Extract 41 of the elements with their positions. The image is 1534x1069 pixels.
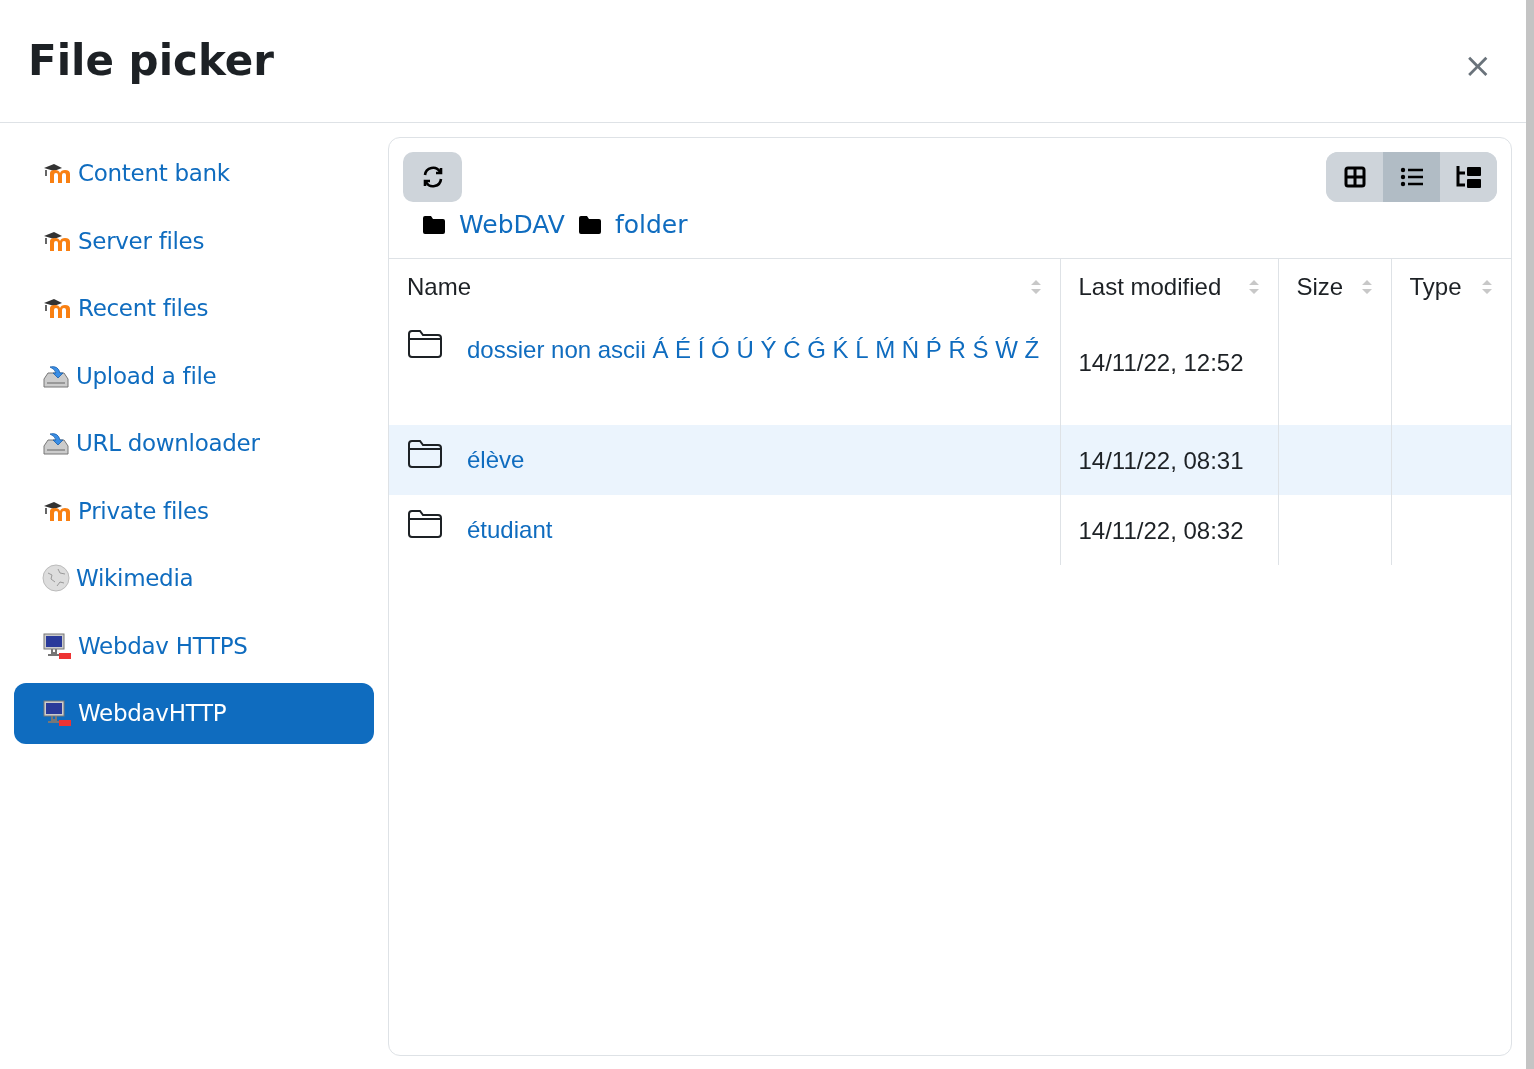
table-cell: 14/11/22, 12:52 (1060, 314, 1278, 425)
sidebar-item[interactable]: Upload a file (14, 345, 374, 406)
view-toggle-button[interactable] (1383, 152, 1440, 202)
dialog-title: File picker (28, 35, 274, 87)
monitor-icon (42, 699, 72, 728)
folder-outline-icon (407, 508, 443, 539)
close-button[interactable]: × (1457, 48, 1498, 82)
scrollbar-thumb[interactable] (1526, 0, 1534, 1069)
tree-icon[interactable] (1454, 165, 1483, 189)
file-name-link[interactable]: étudiant (407, 504, 1042, 549)
folder-icon (578, 215, 601, 234)
mortarboard-logo-icon (42, 499, 72, 522)
sidebar-item[interactable]: Wikimedia (14, 548, 374, 609)
folder-outline-icon (407, 328, 443, 359)
monitor-icon (42, 631, 72, 660)
sidebar-item[interactable]: Server files (14, 210, 374, 271)
table-cell: 14/11/22, 08:32 (1060, 494, 1278, 565)
column-header[interactable]: Type (1409, 268, 1462, 305)
tray-arrow-icon (42, 430, 70, 457)
grid-icon[interactable] (1343, 166, 1366, 188)
breadcrumb-link[interactable]: WebDAV (459, 206, 565, 244)
refresh-button[interactable] (403, 152, 462, 202)
table-cell: 14/11/22, 08:31 (1060, 424, 1278, 495)
file-name-link[interactable]: dossier non ascii Á É Í Ó Ú Ý Ć Ǵ Ḱ Ĺ Ḿ Ń Ṕ Ŕ Ś Ẃ Ź (407, 324, 1042, 369)
sidebar-item[interactable]: URL downloader (14, 413, 374, 474)
column-header[interactable]: Size (1296, 268, 1344, 305)
folder-icon (423, 215, 445, 234)
list-icon[interactable] (1399, 167, 1424, 187)
globe-icon (42, 564, 70, 593)
breadcrumb-link[interactable]: folder (614, 206, 688, 244)
sidebar-item[interactable]: Private files (14, 480, 374, 541)
mortarboard-logo-icon (42, 297, 72, 320)
sidebar-item[interactable]: Recent files (14, 278, 374, 339)
mortarboard-logo-icon (42, 229, 72, 252)
column-header[interactable]: Name (407, 268, 472, 305)
folder-outline-icon (407, 438, 443, 469)
sidebar-item[interactable]: Webdav HTTPS (14, 615, 374, 676)
mortarboard-logo-icon (42, 162, 72, 185)
sidebar-item[interactable]: WebdavHTTP (14, 683, 374, 744)
column-header[interactable]: Last modified (1078, 268, 1222, 305)
sidebar-item[interactable]: Content bank (14, 143, 374, 204)
